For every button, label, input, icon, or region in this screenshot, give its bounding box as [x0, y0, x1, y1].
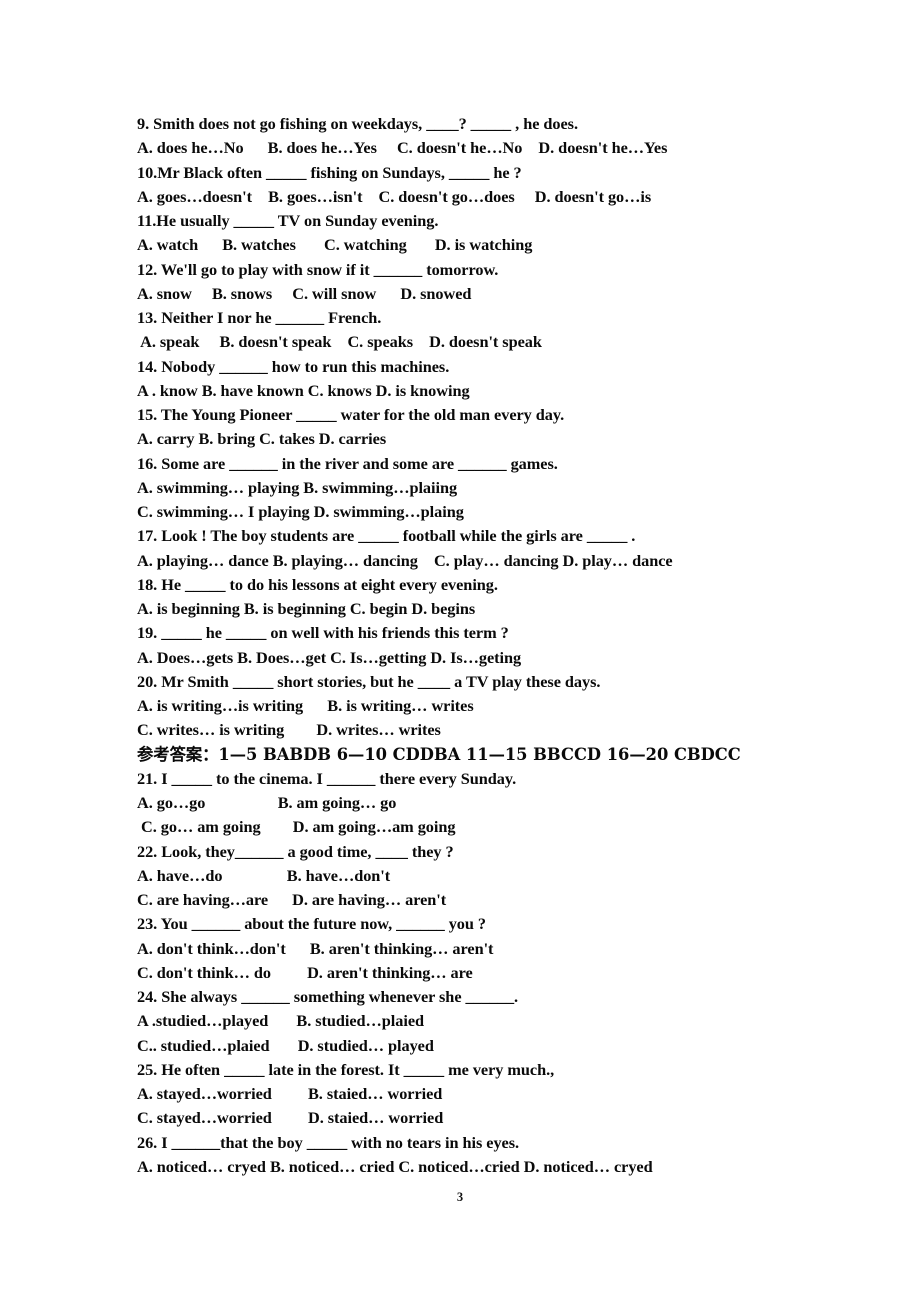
q23-stem: 23. You ______ about the future now, ___…	[137, 914, 486, 934]
q23-options-cd: C. don't think… do D. aren't thinking… a…	[137, 962, 473, 982]
q12-options: A. snow B. snows C. will snow D. snowed	[137, 283, 472, 303]
q11-options: A. watch B. watches C. watching D. is wa…	[137, 235, 533, 255]
q9-stem: 9. Smith does not go fishing on weekdays…	[137, 114, 578, 133]
q17-stem: 17. Look ! The boy students are _____ fo…	[137, 526, 636, 546]
q20-stem: 20. Mr Smith _____ short stories, but he…	[137, 671, 601, 691]
q13-stem: 13. Neither I nor he ______ French.	[137, 308, 382, 327]
q25-stem: 25. He often _____ late in the forest. I…	[137, 1059, 555, 1079]
q12-stem: 12. We'll go to play with snow if it ___…	[137, 259, 499, 279]
q16-options-cd: C. swimming… I playing D. swimming…plain…	[137, 502, 464, 521]
exercise-body: 9. Smith does not go fishing on weekdays…	[137, 112, 837, 1179]
q21-options-ab: A. go…go B. am going… go	[137, 793, 397, 812]
q25-options-ab: A. stayed…worried B. staied… worried	[137, 1084, 443, 1103]
q18-stem: 18. He _____ to do his lessons at eight …	[137, 574, 498, 594]
q18-options: A. is beginning B. is beginning C. begin…	[137, 599, 476, 618]
q20-options-ab: A. is writing…is writing B. is writing… …	[137, 696, 474, 715]
q11-stem: 11.He usually _____ TV on Sunday evening…	[137, 211, 439, 230]
q24-options-ab: A .studied…played B. studied…plaied	[137, 1011, 425, 1031]
q22-stem: 22. Look, they______ a good time, ____ t…	[137, 841, 454, 861]
q14-stem: 14. Nobody ______ how to run this machin…	[137, 356, 450, 376]
q16-options-ab: A. swimming… playing B. swimming…plaiing	[137, 477, 458, 497]
q23-options-ab: A. don't think…don't B. aren't thinking……	[137, 938, 494, 958]
q21-options-cd: C. go… am going D. am going…am going	[137, 817, 456, 837]
q15-options: A. carry B. bring C. takes D. carries	[137, 429, 387, 449]
q20-options-cd: C. writes… is writing D. writes… writes	[137, 720, 441, 740]
q24-stem: 24. She always ______ something whenever…	[137, 987, 519, 1006]
q24-options-cd: C.. studied…plaied D. studied… played	[137, 1035, 434, 1055]
q26-options: A. noticed… cryed B. noticed… cried C. n…	[137, 1156, 653, 1176]
q22-options-cd: C. are having…are D. are having… aren't	[137, 890, 447, 909]
q21-stem: 21. I _____ to the cinema. I ______ ther…	[137, 768, 517, 788]
q15-stem: 15. The Young Pioneer _____ water for th…	[137, 405, 565, 424]
q13-options: A. speak B. doesn't speak C. speaks D. d…	[137, 332, 542, 352]
page-number: 3	[456, 1190, 464, 1204]
answer-key: 参考答案：1—5 BABDB 6—10 CDDBA 11—15 BBCCD 16…	[137, 744, 741, 764]
q17-options: A. playing… dance B. playing… dancing C.…	[137, 550, 673, 570]
q19-stem: 19. _____ he _____ on well with his frie…	[137, 623, 509, 643]
q14-options: A . know B. have known C. knows D. is kn…	[137, 380, 470, 400]
q16-stem: 16. Some are ______ in the river and som…	[137, 453, 558, 473]
document-page: 9. Smith does not go fishing on weekdays…	[0, 0, 920, 1302]
q22-options-ab: A. have…do B. have…don't	[137, 865, 391, 885]
q10-stem: 10.Mr Black often _____ fishing on Sunda…	[137, 162, 522, 182]
q9-options: A. does he…No B. does he…Yes C. doesn't …	[137, 138, 668, 158]
q19-options: A. Does…gets B. Does…get C. Is…getting D…	[137, 647, 522, 667]
q25-options-cd: C. stayed…worried D. staied… worried	[137, 1108, 444, 1128]
q10-options: A. goes…doesn't B. goes…isn't C. doesn't…	[137, 186, 652, 206]
q26-stem: 26. I ______that the boy _____ with no t…	[137, 1132, 520, 1152]
